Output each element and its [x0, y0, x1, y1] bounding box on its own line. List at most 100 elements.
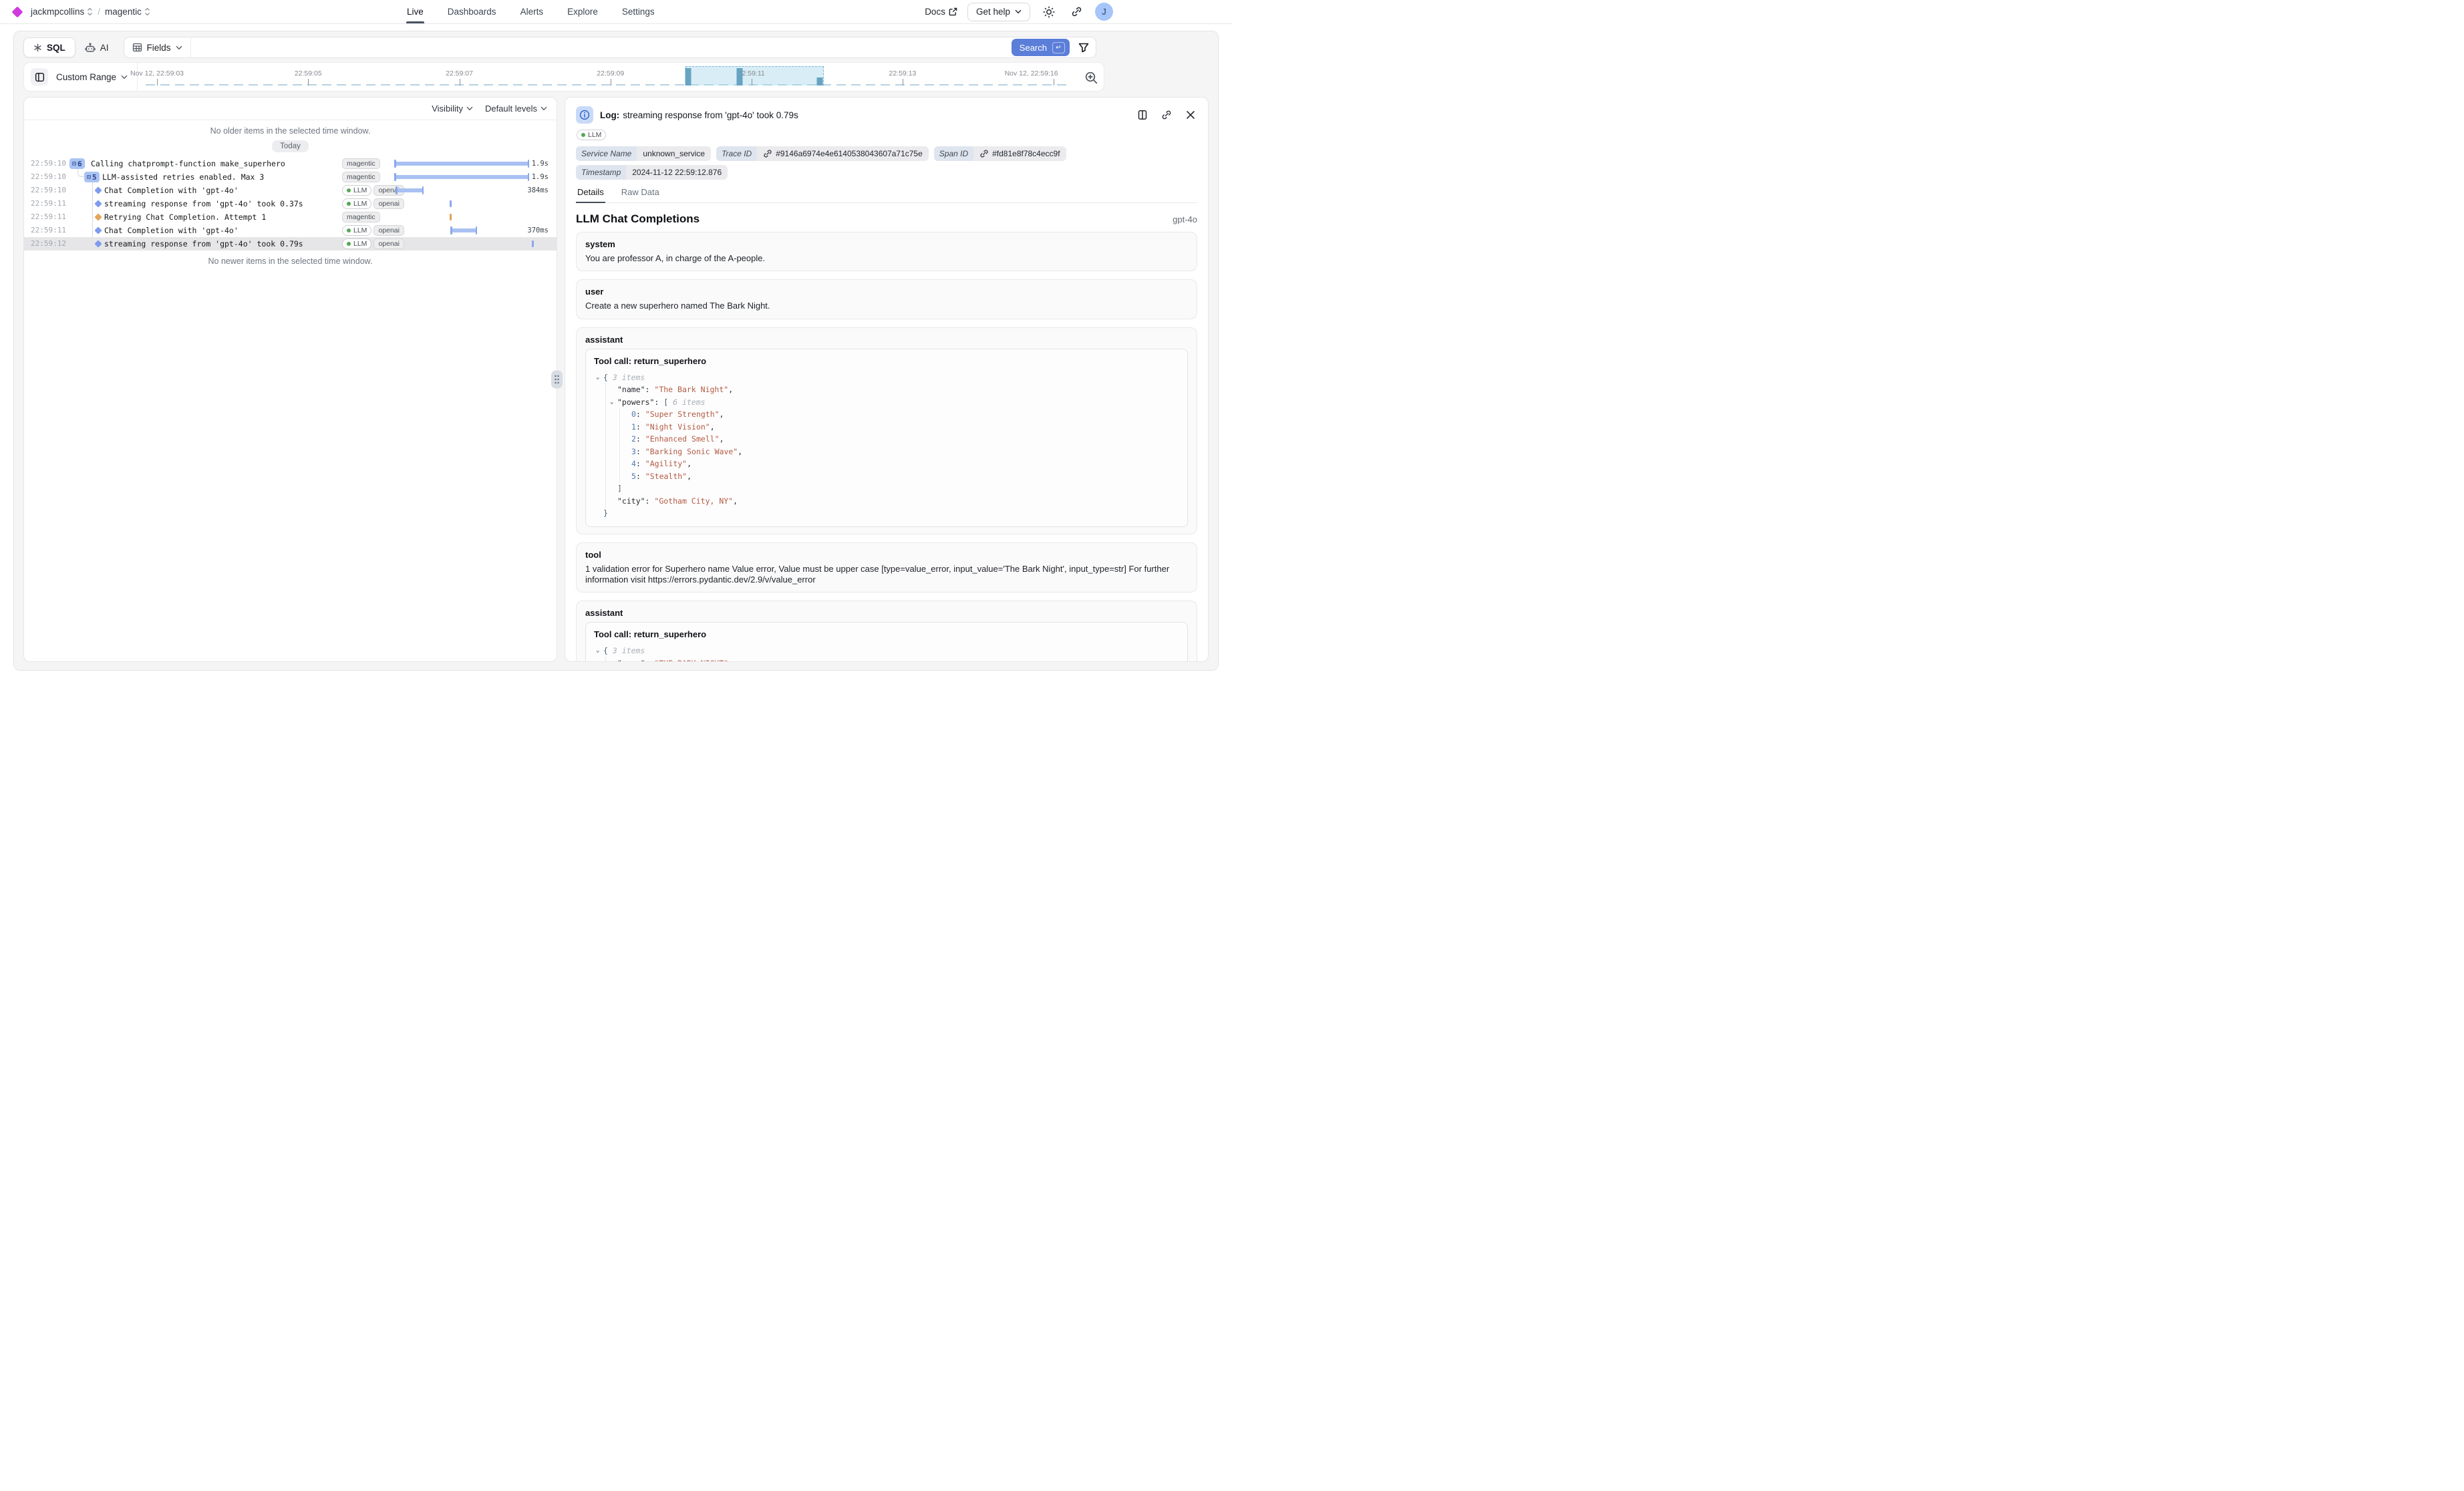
json-token: :: [654, 397, 663, 407]
log-timestamp: 22:59:11: [31, 226, 66, 234]
docs-link[interactable]: Docs: [925, 7, 957, 17]
theme-toggle-button[interactable]: [1040, 3, 1058, 21]
collapse-chevron-icon[interactable]: ⌄: [596, 371, 599, 384]
visibility-dropdown[interactable]: Visibility: [432, 104, 473, 114]
span-diamond-icon: [94, 186, 102, 194]
close-detail-button[interactable]: [1184, 108, 1197, 122]
json-line: 1: "Night Vision",: [594, 421, 1179, 434]
ai-mode-button[interactable]: AI: [77, 37, 117, 57]
meta-chip-label: Service Name: [576, 146, 637, 161]
json-token: :: [636, 409, 645, 419]
level-tag-row: LLM: [577, 130, 1197, 140]
meta-chip-value: unknown_service: [637, 146, 711, 161]
json-line: "name": "The Bark Night",: [594, 383, 1179, 396]
time-axis[interactable]: Nov 12, 22:59:0322:59:0522:59:0722:59:09…: [140, 63, 1068, 91]
meta-chip-trace-id[interactable]: Trace ID#9146a6974e4e6140538043607a71c75…: [716, 146, 929, 161]
nav-item-live[interactable]: Live: [406, 0, 424, 23]
tab-details[interactable]: Details: [576, 184, 605, 203]
org-switcher[interactable]: jackmpcollins: [31, 7, 93, 17]
search-input[interactable]: [191, 37, 1010, 57]
search-button[interactable]: Search ↵: [1012, 39, 1070, 56]
nav-item-explore[interactable]: Explore: [567, 0, 599, 23]
meta-chip-timestamp[interactable]: Timestamp2024-11-12 22:59:12.876: [576, 165, 728, 180]
zoom-in-button[interactable]: [1081, 67, 1101, 88]
status-dot-icon: [347, 242, 351, 246]
tick-label: 22:59:05: [295, 69, 322, 77]
message-card-assistant: assistantTool call: return_superhero⌄{ 3…: [576, 601, 1197, 662]
log-rows: 22:59:10⊟6Calling chatprompt-function ma…: [24, 157, 557, 251]
json-token: :: [636, 472, 645, 481]
event-tick: [532, 240, 534, 247]
span-bar-area: [378, 237, 553, 251]
tag-magentic: magentic: [342, 212, 380, 222]
collapse-chevron-icon[interactable]: ⌄: [610, 396, 613, 409]
open-table-view-button[interactable]: [1136, 108, 1149, 122]
tick-label: Nov 12, 22:59:16: [1005, 69, 1058, 77]
meta-chip-service-name[interactable]: Service Nameunknown_service: [576, 146, 711, 161]
json-token: "Stealth": [645, 472, 687, 481]
indent-guide: [605, 395, 606, 409]
model-name: gpt-4o: [1173, 214, 1197, 224]
log-list-panel: Visibility Default levels No older items…: [23, 97, 557, 662]
json-token: 6 items: [673, 397, 705, 407]
llm-tag-label: LLM: [353, 240, 367, 248]
asterisk-icon: [33, 43, 42, 52]
json-token: 5: [631, 472, 636, 481]
llm-tag-label: LLM: [353, 200, 367, 208]
chevron-down-icon: [466, 106, 473, 111]
tab-raw-data[interactable]: Raw Data: [620, 184, 661, 203]
meta-chip-label: Timestamp: [576, 165, 626, 180]
json-token: :: [636, 434, 645, 444]
default-levels-dropdown[interactable]: Default levels: [485, 104, 547, 114]
log-row[interactable]: 22:59:10⊟6Calling chatprompt-function ma…: [24, 157, 557, 170]
indent-guide: [605, 482, 606, 496]
log-row[interactable]: 22:59:10⊟5LLM-assisted retries enabled. …: [24, 170, 557, 184]
log-row[interactable]: 22:59:10Chat Completion with 'gpt-4o'LLM…: [24, 184, 557, 197]
json-token: :: [636, 459, 645, 468]
log-row[interactable]: 22:59:12streaming response from 'gpt-4o'…: [24, 237, 557, 251]
enter-key-icon: ↵: [1052, 42, 1065, 53]
query-mode-toggle: SQL AI: [23, 37, 117, 57]
json-line: 2: "Enhanced Smell",: [594, 433, 1179, 446]
section-header: LLM Chat Completions gpt-4o: [576, 212, 1197, 226]
brand-logo-icon[interactable]: [12, 6, 23, 17]
log-row[interactable]: 22:59:11Chat Completion with 'gpt-4o'LLM…: [24, 224, 557, 237]
collapse-count-badge[interactable]: ⊟6: [69, 158, 85, 169]
share-link-button[interactable]: [1068, 3, 1085, 21]
project-switcher[interactable]: magentic: [105, 7, 150, 17]
collapse-panel-button[interactable]: [31, 68, 48, 86]
fields-button[interactable]: Fields: [124, 37, 191, 57]
time-range-label: Custom Range: [56, 72, 116, 82]
nav-item-alerts[interactable]: Alerts: [520, 0, 545, 23]
json-token: "Agility": [645, 459, 687, 468]
message-text: 1 validation error for Superhero name Va…: [585, 564, 1188, 586]
filter-button[interactable]: [1072, 37, 1096, 57]
panel-resize-handle[interactable]: [551, 371, 563, 389]
collapse-count-badge[interactable]: ⊟5: [84, 172, 100, 182]
llm-tag-label: LLM: [588, 131, 601, 139]
message-card-assistant: assistantTool call: return_superhero⌄{ 3…: [576, 327, 1197, 534]
no-newer-items-notice: No newer items in the selected time wind…: [24, 251, 557, 268]
nav-item-dashboards[interactable]: Dashboards: [447, 0, 497, 23]
user-avatar[interactable]: J: [1095, 3, 1113, 21]
log-row[interactable]: 22:59:11Retrying Chat Completion. Attemp…: [24, 210, 557, 224]
duration-bar: [394, 162, 529, 166]
log-row[interactable]: 22:59:11streaming response from 'gpt-4o'…: [24, 197, 557, 210]
collapse-chevron-icon[interactable]: ⌄: [596, 645, 599, 657]
json-token: :: [636, 447, 645, 456]
time-range-selector[interactable]: Custom Range: [48, 72, 137, 82]
sql-mode-button[interactable]: SQL: [23, 37, 75, 57]
log-message: streaming response from 'gpt-4o' took 0.…: [104, 199, 303, 208]
meta-chip-span-id[interactable]: Span ID#fd81e8f78c4ecc9f: [934, 146, 1066, 161]
collapse-icon: ⊟: [72, 160, 76, 168]
nav-item-settings[interactable]: Settings: [621, 0, 655, 23]
log-detail-panel: Log:streaming response from 'gpt-4o' too…: [565, 97, 1209, 662]
chevron-down-icon: [121, 75, 128, 79]
get-help-button[interactable]: Get help: [967, 3, 1030, 21]
timeline-bar: Custom Range Nov 12, 22:59:0322:59:0522:…: [23, 62, 1104, 92]
duration-label: 370ms: [527, 226, 549, 234]
json-line: ]: [594, 482, 1179, 495]
indent-guide: [605, 470, 606, 484]
json-token: ,: [728, 659, 733, 663]
copy-link-button[interactable]: [1160, 108, 1173, 122]
